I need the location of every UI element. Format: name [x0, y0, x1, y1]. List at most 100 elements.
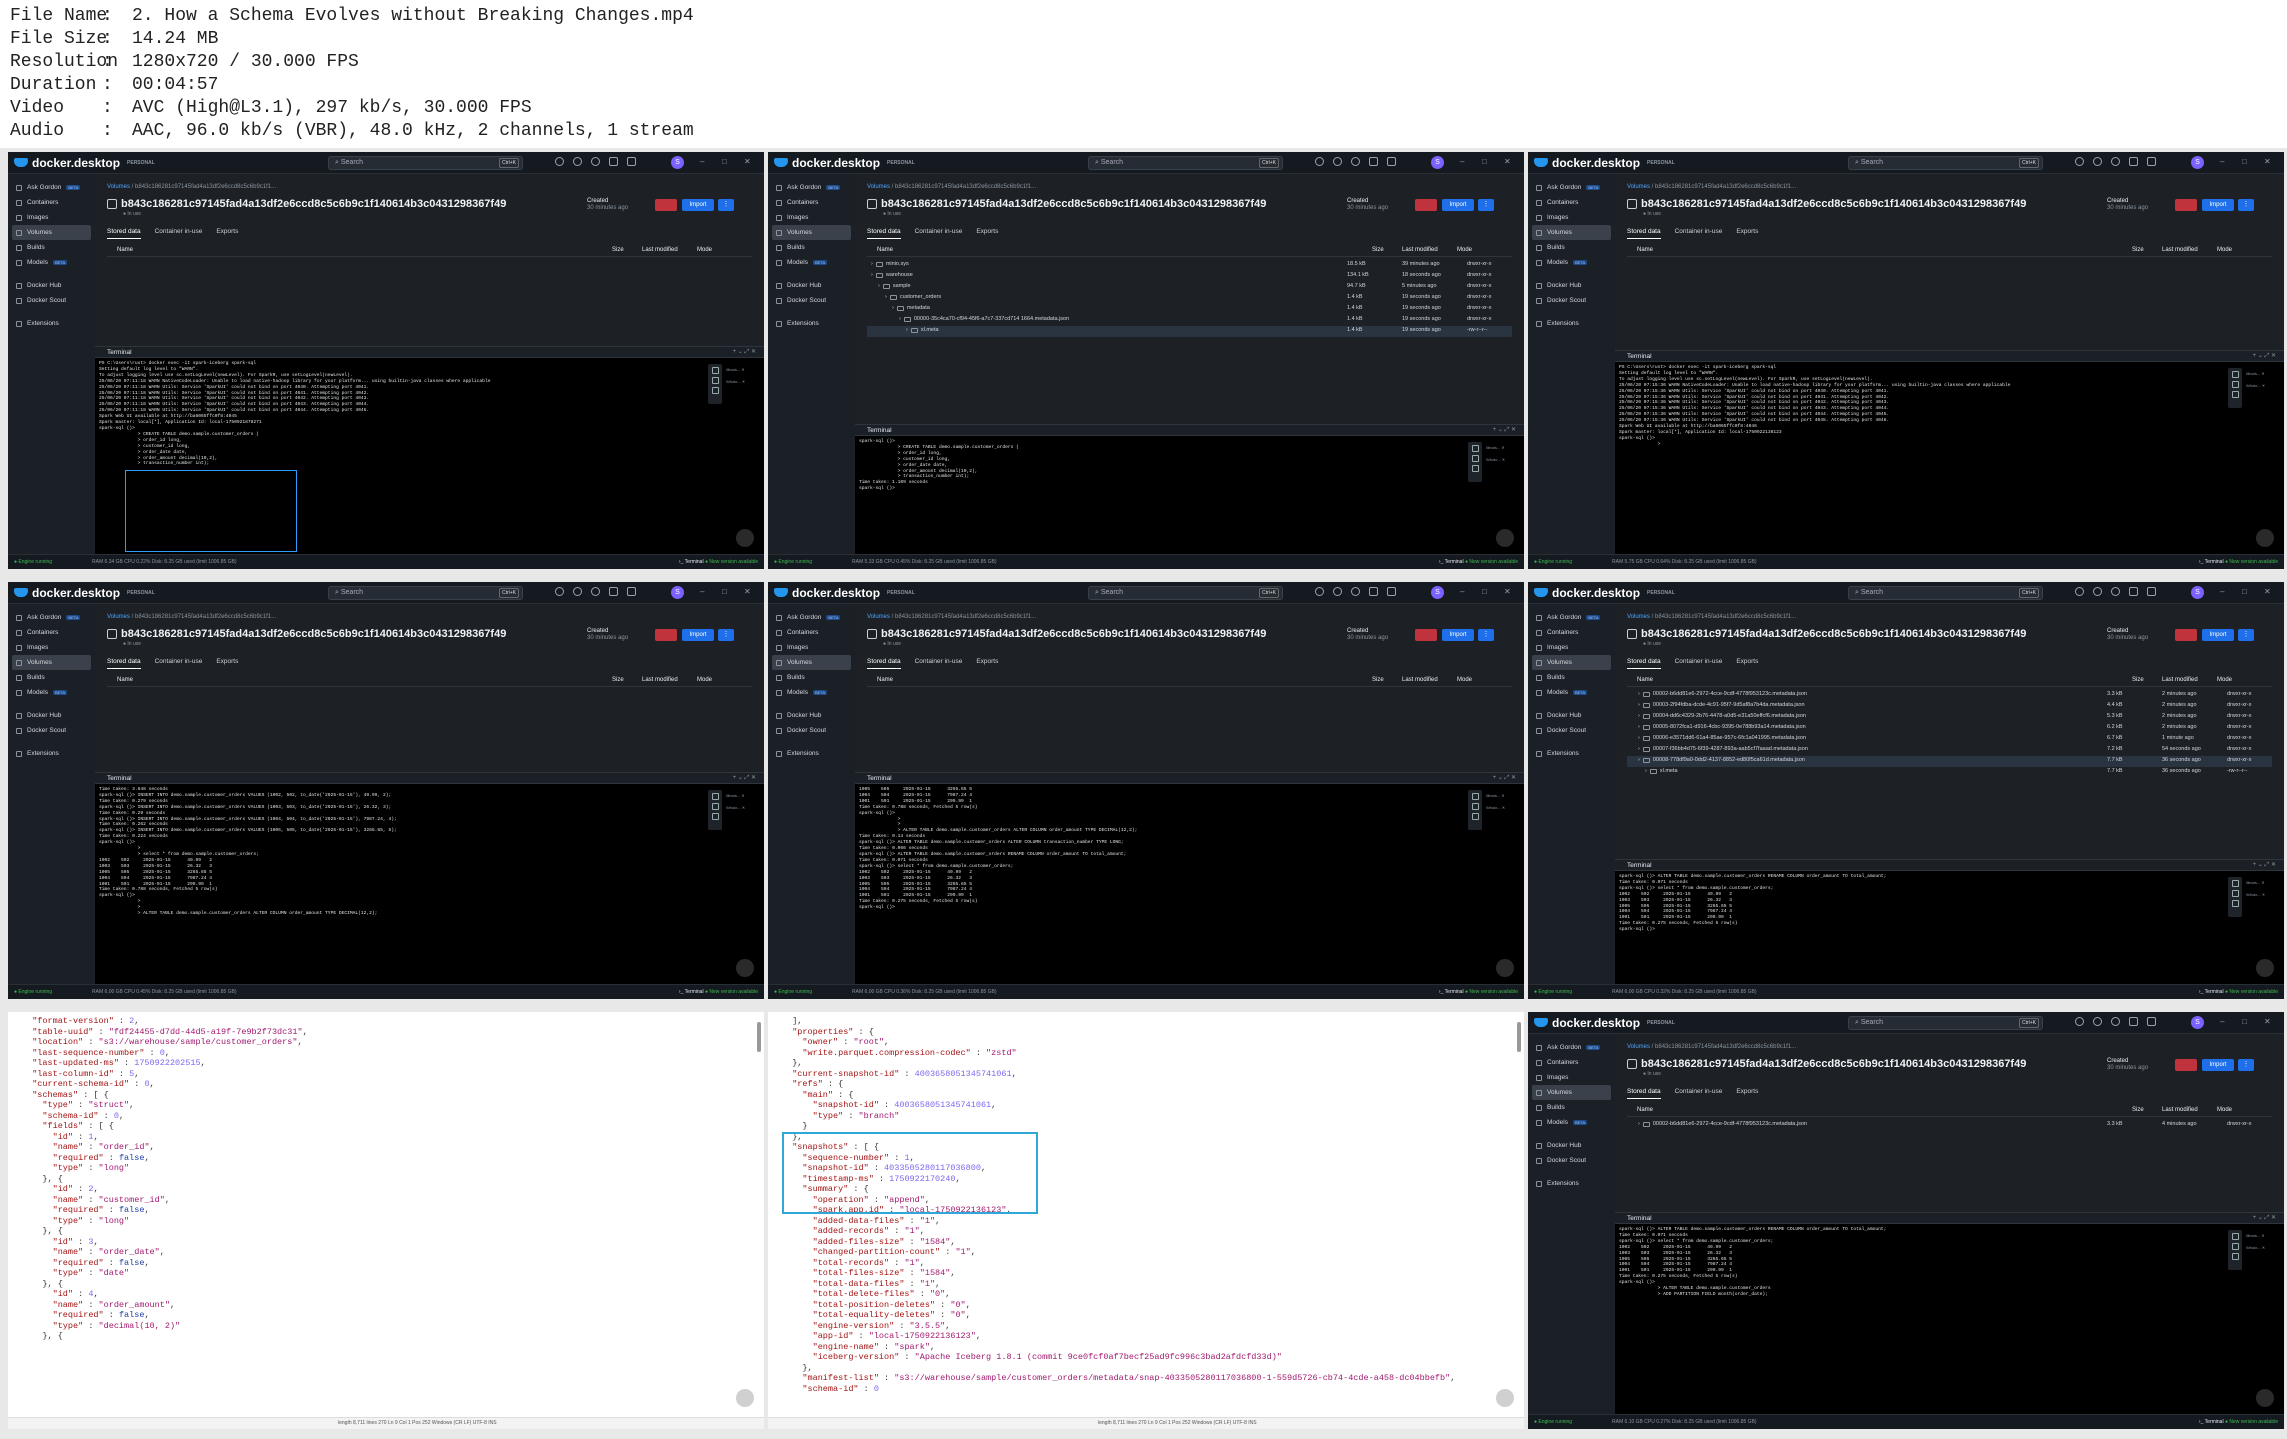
avatar[interactable]: S — [671, 156, 684, 169]
sidebar-item-extensions[interactable]: Extensions — [1528, 746, 1615, 761]
tab-stored-data[interactable]: Stored data — [1627, 1088, 1661, 1099]
notifications-icon[interactable] — [573, 587, 582, 596]
extensions-icon[interactable] — [1351, 587, 1360, 596]
import-button[interactable]: Import — [2202, 199, 2234, 211]
sidebar-item-images[interactable]: Images — [8, 640, 95, 655]
help-icon[interactable] — [2075, 157, 2084, 166]
terminal-tab-label[interactable]: illinois... ✕ — [1486, 790, 1512, 802]
sidebar-item-models[interactable]: Models BETA — [8, 685, 95, 700]
delete-button[interactable] — [655, 629, 677, 641]
clear-icon[interactable] — [2231, 1253, 2239, 1260]
more-options-button[interactable]: ⋮ — [718, 629, 734, 641]
delete-button[interactable] — [2175, 199, 2197, 211]
clear-icon[interactable] — [2231, 900, 2239, 907]
sidebar-item-builds[interactable]: Builds — [1528, 240, 1615, 255]
maximize-icon[interactable]: □ — [2242, 157, 2247, 166]
file-row[interactable]: › 00004-dd6c4329-2b76-4478-a0d5-e31a50eff… — [1627, 712, 2272, 723]
sidebar-item-containers[interactable]: Containers — [1528, 625, 1615, 640]
extensions-icon[interactable] — [2111, 1017, 2120, 1026]
apps-grid-icon[interactable] — [1387, 587, 1396, 596]
tab-exports[interactable]: Exports — [1736, 228, 1758, 239]
sidebar-item-docker-hub[interactable]: Docker Hub — [1528, 1138, 1615, 1153]
sidebar-item-models[interactable]: Models BETA — [1528, 255, 1615, 270]
search-input[interactable]: ⌕ Search Ctrl+K — [328, 586, 523, 600]
terminal-tab-label[interactable]: Windo... ✕ — [2246, 1242, 2272, 1254]
sidebar-item-images[interactable]: Images — [768, 640, 855, 655]
sidebar-item-ask-gordon[interactable]: Ask Gordon BETA — [1528, 610, 1615, 625]
column-header-name[interactable]: Name — [1637, 247, 1653, 253]
sidebar-item-containers[interactable]: Containers — [768, 195, 855, 210]
sidebar-item-extensions[interactable]: Extensions — [1528, 1176, 1615, 1191]
column-header-modified[interactable]: Last modified — [1402, 677, 1438, 683]
sidebar-item-models[interactable]: Models BETA — [768, 255, 855, 270]
update-notice[interactable]: ● New version available — [1465, 559, 1518, 565]
file-row[interactable]: › customer_orders 1.4 kB 19 seconds ago drwx… — [867, 293, 1512, 304]
maximize-icon[interactable]: □ — [2242, 1017, 2247, 1026]
sidebar-item-builds[interactable]: Builds — [768, 240, 855, 255]
sidebar-item-docker-scout[interactable]: Docker Scout — [8, 723, 95, 738]
clear-icon[interactable] — [1471, 465, 1479, 472]
sidebar-item-builds[interactable]: Builds — [1528, 1100, 1615, 1115]
column-header-modified[interactable]: Last modified — [2162, 1107, 2198, 1113]
delete-button[interactable] — [1415, 199, 1437, 211]
json-editor[interactable]: ], "properties" : { "owner" : "root", "w… — [768, 1012, 1524, 1429]
column-header-mode[interactable]: Mode — [697, 677, 712, 683]
search-input[interactable]: ⌕ Search Ctrl+K — [328, 156, 523, 170]
search-icon[interactable] — [711, 793, 719, 800]
terminal-output[interactable]: PS C:\Users\rust> docker exec -it spark-… — [95, 358, 764, 554]
sidebar-item-volumes[interactable]: Volumes — [1532, 225, 1611, 240]
file-row[interactable]: › sample 94.7 kB 5 minutes ago drwxr-xr-x — [867, 282, 1512, 293]
sidebar-item-containers[interactable]: Containers — [768, 625, 855, 640]
column-header-size[interactable]: Size — [2132, 1107, 2144, 1113]
sidebar-item-ask-gordon[interactable]: Ask Gordon BETA — [1528, 1040, 1615, 1055]
sidebar-item-docker-hub[interactable]: Docker Hub — [768, 708, 855, 723]
tab-stored-data[interactable]: Stored data — [107, 228, 141, 239]
sidebar-item-images[interactable]: Images — [8, 210, 95, 225]
delete-button[interactable] — [2175, 629, 2197, 641]
column-header-name[interactable]: Name — [117, 677, 133, 683]
clear-icon[interactable] — [711, 387, 719, 394]
tab-stored-data[interactable]: Stored data — [867, 658, 901, 669]
avatar[interactable]: S — [2191, 1016, 2204, 1029]
terminal-tab-label[interactable]: Windo... ✕ — [726, 376, 752, 388]
import-button[interactable]: Import — [2202, 629, 2234, 641]
column-header-size[interactable]: Size — [2132, 247, 2144, 253]
terminal-output[interactable]: PS C:\Users\rust> docker exec -it spark-… — [1615, 362, 2284, 554]
import-button[interactable]: Import — [682, 629, 714, 641]
scrollbar[interactable] — [1517, 1022, 1521, 1052]
sidebar-item-builds[interactable]: Builds — [768, 670, 855, 685]
column-header-name[interactable]: Name — [1637, 677, 1653, 683]
sidebar-item-docker-scout[interactable]: Docker Scout — [1528, 1153, 1615, 1168]
search-icon[interactable] — [711, 367, 719, 374]
close-icon[interactable]: ✕ — [2264, 1017, 2271, 1026]
sidebar-item-containers[interactable]: Containers — [1528, 1055, 1615, 1070]
notifications-icon[interactable] — [2093, 157, 2102, 166]
close-icon[interactable]: ✕ — [2264, 157, 2271, 166]
terminal-output[interactable]: spark-sql ()> > CREATE TABLE demo.sample… — [855, 436, 1524, 554]
terminal-controls[interactable]: + ⌄ ⤢ ✕ — [1493, 425, 1516, 436]
file-row[interactable]: › 00006-e3571dd6-61a4-85ae-957c-6fc1a0419… — [1627, 734, 2272, 745]
terminal-toggle[interactable]: ›_ Terminal — [2199, 989, 2225, 995]
column-header-size[interactable]: Size — [1372, 247, 1384, 253]
tab-exports[interactable]: Exports — [976, 658, 998, 669]
more-options-button[interactable]: ⋮ — [2238, 1059, 2254, 1071]
minimize-icon[interactable]: – — [2220, 157, 2224, 166]
sidebar-item-volumes[interactable]: Volumes — [1532, 655, 1611, 670]
sidebar-item-ask-gordon[interactable]: Ask Gordon BETA — [8, 610, 95, 625]
search-input[interactable]: ⌕ Search Ctrl+K — [1848, 1016, 2043, 1030]
breadcrumb-volumes-link[interactable]: Volumes — [1627, 614, 1650, 620]
sidebar-item-volumes[interactable]: Volumes — [12, 655, 91, 670]
import-button[interactable]: Import — [682, 199, 714, 211]
maximize-icon[interactable]: □ — [1482, 157, 1487, 166]
column-header-mode[interactable]: Mode — [2217, 677, 2232, 683]
sidebar-item-volumes[interactable]: Volumes — [1532, 1085, 1611, 1100]
terminal-tab-label[interactable]: Windo... ✕ — [726, 802, 752, 814]
sidebar-item-volumes[interactable]: Volumes — [12, 225, 91, 240]
avatar[interactable]: S — [1431, 586, 1444, 599]
file-row[interactable]: › 00002-b6dd81e6-2972-4cce-9cdf-4778f9531… — [1627, 690, 2272, 701]
search-input[interactable]: ⌕ Search Ctrl+K — [1088, 586, 1283, 600]
sidebar-item-builds[interactable]: Builds — [1528, 670, 1615, 685]
terminal-tab-label[interactable]: illinois... ✕ — [2246, 368, 2272, 380]
file-row[interactable]: › metadata 1.4 kB 19 seconds ago drwxr-xr-x — [867, 304, 1512, 315]
search-input[interactable]: ⌕ Search Ctrl+K — [1848, 586, 2043, 600]
